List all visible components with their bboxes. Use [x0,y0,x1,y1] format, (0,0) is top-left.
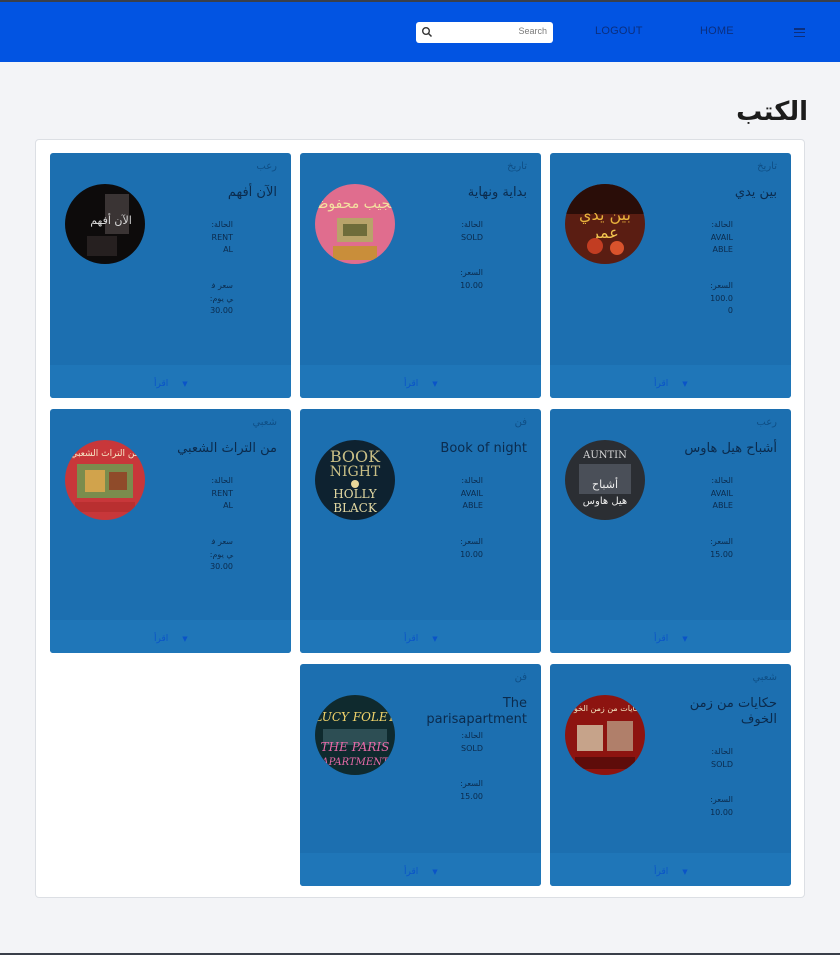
book-status: الحالة: SOLD [461,731,483,753]
read-button[interactable]: ▼ اقرأ [654,379,688,389]
book-title: أشباح هيل هاوس [684,441,777,456]
svg-text:نجيب محفوظ: نجيب محفوظ [315,196,394,212]
svg-text:BLACK: BLACK [333,501,378,515]
read-button[interactable]: ▼ اقرأ [154,634,188,644]
home-link[interactable]: HOME [700,25,734,37]
search-placeholder: Search [518,26,547,36]
search-input[interactable]: Search [416,22,553,43]
book-status: الحالة: AVAILABLE [460,476,483,510]
chevron-down-icon: ▼ [432,635,438,643]
book-status: الحالة: SOLD [711,747,733,769]
card-footer: ▼ اقرأ [550,365,791,398]
book-cover-image: بين يدي عمر [565,184,645,264]
book-title: بداية ونهاية [467,185,527,200]
book-title: Book of night [440,441,527,456]
search-icon [422,27,433,38]
hamburger-icon[interactable] [794,28,805,38]
card-footer: ▼ اقرأ [300,620,541,653]
svg-text:APARTMENT: APARTMENT [320,757,390,768]
book-price: السعر: 10.00 [460,537,483,559]
book-card: شعبي من التراث الشعبي من التراث الشعبي ا… [50,409,291,653]
book-cover-image: نجيب محفوظ [315,184,395,264]
book-card: فن The parisapartment LUCY FOLEY THE PAR… [300,664,541,886]
book-card: تاريخ بداية ونهاية نجيب محفوظ الحالة: SO… [300,153,541,398]
book-card: رعب أشباح هيل هاوس AUNTIN أشباح هيل هاوس… [550,409,791,653]
chevron-down-icon: ▼ [432,868,438,876]
book-cover-image: LUCY FOLEY THE PARIS APARTMENT [315,695,395,775]
svg-text:من التراث الشعبي: من التراث الشعبي [70,449,139,459]
book-cover-image: حكايات من زمن الخوف [565,695,645,775]
svg-text:حكايات من زمن الخوف: حكايات من زمن الخوف [566,704,645,713]
card-footer: ▼ اقرأ [300,853,541,886]
book-price: السعر: 15.00 [710,537,733,559]
chevron-down-icon: ▼ [182,635,188,643]
chevron-down-icon: ▼ [682,635,688,643]
read-button[interactable]: ▼ اقرأ [154,379,188,389]
svg-text:HOLLY: HOLLY [333,487,377,501]
book-price: السعر: 10.00 [460,268,483,290]
book-status: الحالة: AVAILABLE [710,476,733,510]
book-category: فن [514,672,527,683]
book-category: تاريخ [507,161,527,172]
navbar: Search LOGOUT HOME [0,2,840,62]
svg-text:LUCY FOLEY: LUCY FOLEY [315,710,395,724]
book-card: شعبي حكايات من زمن الخوف حكايات من زمن ا… [550,664,791,886]
read-button[interactable]: ▼ اقرأ [404,379,438,389]
svg-text:AUNTIN: AUNTIN [582,450,627,461]
read-button[interactable]: ▼ اقرأ [404,867,438,877]
book-price: السعر: 15.00 [460,779,483,801]
book-title: الآن أفهم [227,185,277,200]
book-price: سعر في يوم: 30.00 [209,537,233,571]
book-category: رعب [256,161,277,172]
book-cover-image: BOOK NIGHT HOLLY BLACK [315,440,395,520]
svg-text:هيل هاوس: هيل هاوس [583,496,627,507]
books-panel: تاريخ بين يدي بين يدي عمر الحالة: AVAILA… [35,139,805,898]
book-category: رعب [756,417,777,428]
svg-text:أشباح: أشباح [592,477,618,491]
svg-text:الآن أفهم: الآن أفهم [90,213,132,227]
book-title: حكايات من زمن الخوف [689,696,777,727]
book-card: تاريخ بين يدي بين يدي عمر الحالة: AVAILA… [550,153,791,398]
book-status: الحالة: RENTAL [211,476,233,510]
card-footer: ▼ اقرأ [50,620,291,653]
book-category: تاريخ [757,161,777,172]
book-status: الحالة: RENTAL [211,220,233,254]
book-cover-image: الآن أفهم [65,184,145,264]
book-price: السعر: 100.00 [710,281,733,315]
card-footer: ▼ اقرأ [550,853,791,886]
logout-link[interactable]: LOGOUT [595,25,643,37]
card-footer: ▼ اقرأ [300,365,541,398]
book-title: من التراث الشعبي [177,441,277,456]
book-card: فن Book of night BOOK NIGHT HOLLY BLACK … [300,409,541,653]
svg-text:THE PARIS: THE PARIS [321,740,390,754]
book-title: The parisapartment [426,696,527,727]
book-category: شعبي [252,417,277,428]
book-status: الحالة: SOLD [461,220,483,242]
svg-text:NIGHT: NIGHT [330,464,381,480]
book-cover-image: من التراث الشعبي [65,440,145,520]
book-price: السعر: 10.00 [710,795,733,817]
page-title: الكتب [736,97,808,127]
chevron-down-icon: ▼ [682,380,688,388]
card-footer: ▼ اقرأ [50,365,291,398]
book-card: رعب الآن أفهم الآن أفهم الحالة: RENTAL س… [50,153,291,398]
book-category: فن [514,417,527,428]
book-cover-image: AUNTIN أشباح هيل هاوس [565,440,645,520]
svg-text:بين يدي: بين يدي [579,205,631,225]
read-button[interactable]: ▼ اقرأ [654,867,688,877]
chevron-down-icon: ▼ [432,380,438,388]
read-button[interactable]: ▼ اقرأ [404,634,438,644]
chevron-down-icon: ▼ [682,868,688,876]
book-title: بين يدي [734,185,777,200]
book-price: سعر في يوم: 30.00 [209,281,233,315]
read-button[interactable]: ▼ اقرأ [654,634,688,644]
chevron-down-icon: ▼ [182,380,188,388]
book-status: الحالة: AVAILABLE [710,220,733,254]
card-footer: ▼ اقرأ [550,620,791,653]
book-category: شعبي [752,672,777,683]
